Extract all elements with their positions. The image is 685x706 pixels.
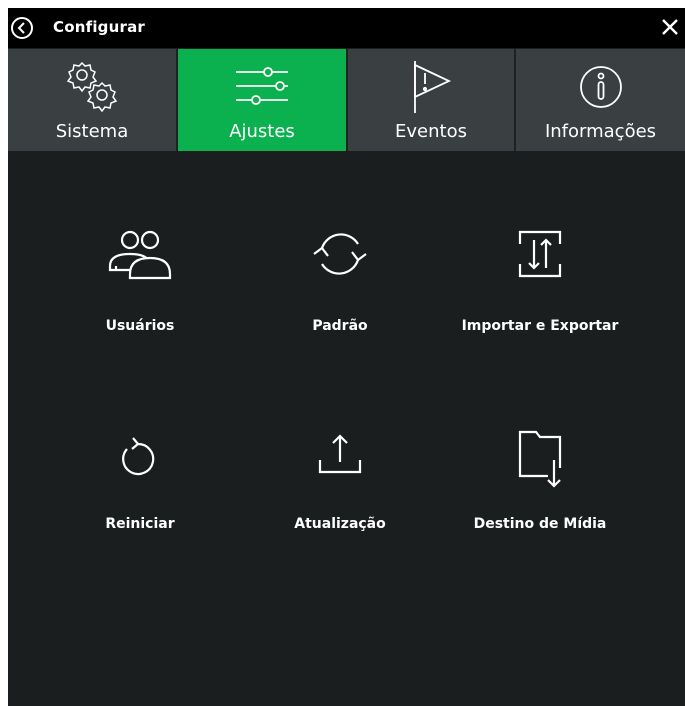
padrao-button[interactable]: Padrão (240, 216, 440, 346)
atualizacao-label: Atualização (294, 516, 386, 532)
tab-sistema[interactable]: Sistema (8, 49, 178, 151)
settings-window: Configurar Sistema Ajustes Eventos Infor… (8, 8, 685, 706)
restart-icon (122, 437, 155, 476)
padrao-label: Padrão (312, 318, 368, 334)
usuarios-button[interactable]: Usuários (40, 216, 240, 346)
usuarios-label: Usuários (105, 318, 175, 334)
tab-bar: Sistema Ajustes Eventos Informações (8, 49, 685, 151)
window-title: Configurar (53, 18, 145, 36)
tab-informacoes[interactable]: Informações (516, 49, 685, 151)
tab-sistema-label: Sistema (55, 121, 129, 142)
folder-download-icon (518, 430, 562, 488)
destino-midia-button[interactable]: Destino de Mídia (440, 420, 640, 550)
users-icon (108, 230, 172, 280)
gears-icon (66, 61, 118, 113)
sliders-icon (236, 67, 288, 105)
chevron-left-icon (17, 22, 25, 34)
destino-midia-label: Destino de Mídia (473, 516, 607, 532)
upload-icon (318, 434, 362, 474)
flag-alert-icon (414, 61, 452, 113)
tab-eventos-label: Eventos (395, 121, 467, 142)
importar-exportar-label: Importar e Exportar (461, 318, 619, 334)
close-icon[interactable] (661, 18, 679, 36)
info-icon (579, 66, 622, 108)
reiniciar-label: Reiniciar (105, 516, 175, 532)
refresh-icon (313, 233, 367, 275)
tab-informacoes-label: Informações (544, 121, 657, 142)
tab-ajustes-label: Ajustes (229, 121, 295, 142)
tab-eventos[interactable]: Eventos (348, 49, 516, 151)
back-button[interactable] (11, 17, 33, 39)
reiniciar-button[interactable]: Reiniciar (40, 420, 240, 550)
tab-ajustes[interactable]: Ajustes (178, 49, 348, 151)
title-bar: Configurar (8, 8, 685, 48)
import-export-icon (518, 230, 562, 278)
importar-exportar-button[interactable]: Importar e Exportar (440, 216, 640, 346)
atualizacao-button[interactable]: Atualização (240, 420, 440, 550)
